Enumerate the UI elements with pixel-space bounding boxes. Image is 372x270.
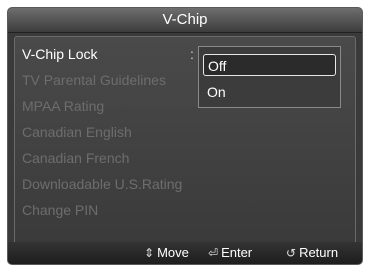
move-label: Move <box>157 245 189 260</box>
dropdown-option-off[interactable]: Off <box>203 54 336 76</box>
return-label: Return <box>299 245 339 260</box>
v-chip-lock-dropdown[interactable]: Off On <box>198 46 341 108</box>
up-down-icon: ⇕ <box>144 246 155 260</box>
button-hint-bar: ⇕ Move ⏎ Enter ↺ Return <box>8 242 362 264</box>
menu-item-v-chip-lock[interactable]: V-Chip Lock <box>22 41 97 67</box>
menu-item-downloadable-us-rating: Downloadable U.S.Rating <box>22 176 183 192</box>
menu-item-tv-parental-guidelines: TV Parental Guidelines <box>22 72 166 88</box>
value-separator: : <box>190 46 194 62</box>
enter-icon: ⏎ <box>208 246 219 260</box>
menu-item-mpaa-rating: MPAA Rating <box>22 98 105 114</box>
v-chip-menu: V-Chip V-Chip Lock TV Parental Guideline… <box>7 7 363 265</box>
enter-label: Enter <box>221 245 253 260</box>
menu-item-canadian-french: Canadian French <box>22 150 130 166</box>
return-hint: ↺ Return <box>286 242 338 264</box>
menu-item-canadian-english: Canadian English <box>22 124 132 140</box>
menu-item-change-pin: Change PIN <box>22 202 99 218</box>
dropdown-option-on[interactable]: On <box>203 81 336 103</box>
menu-title: V-Chip <box>8 8 362 33</box>
move-hint: ⇕ Move <box>144 242 189 264</box>
enter-hint: ⏎ Enter <box>208 242 252 264</box>
return-icon: ↺ <box>286 246 297 260</box>
